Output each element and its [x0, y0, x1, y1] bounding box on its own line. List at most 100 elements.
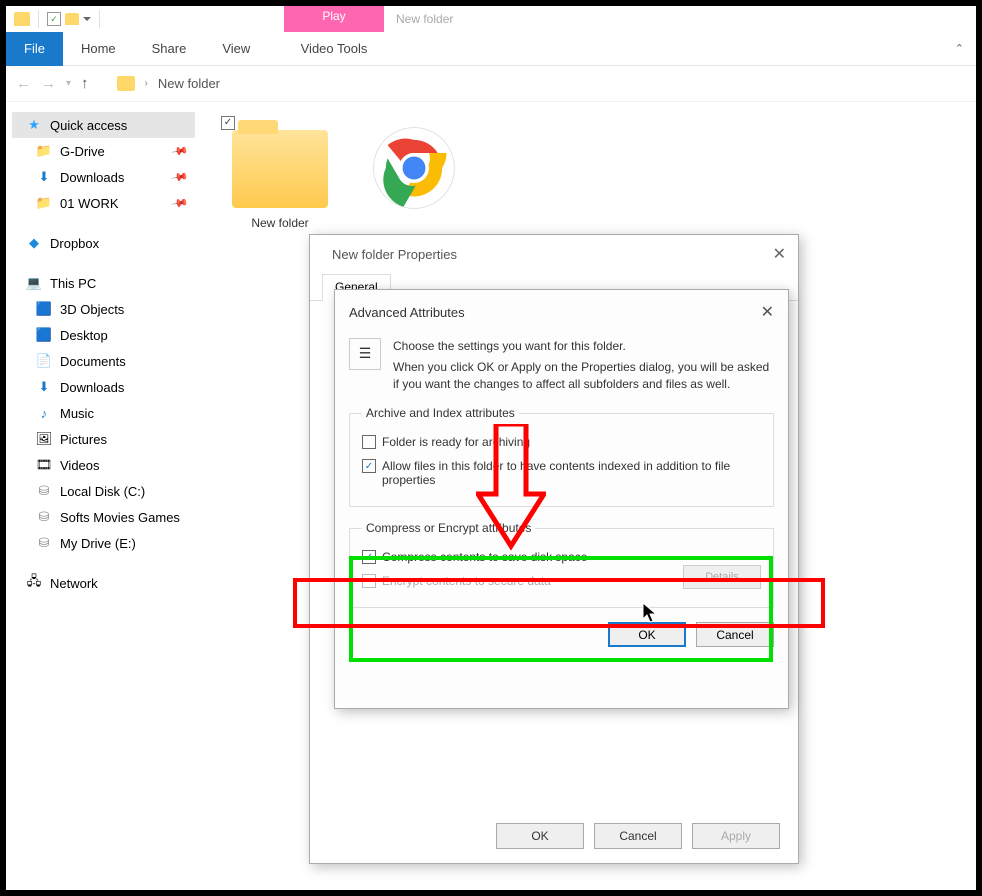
sidebar-item-label: Downloads — [60, 380, 124, 395]
dialog-description: When you click OK or Apply on the Proper… — [393, 359, 774, 393]
download-icon — [36, 379, 52, 395]
disk-icon — [36, 535, 52, 551]
item-chrome[interactable] — [349, 114, 479, 220]
selection-checkbox[interactable]: ✓ — [221, 116, 235, 130]
sidebar-quick-access[interactable]: Quick access — [12, 112, 195, 138]
music-icon — [36, 405, 52, 421]
item-new-folder[interactable]: ✓ New folder — [215, 114, 345, 230]
nav-pane: Quick access G-Drive📌 Downloads 📌 01 WORK… — [6, 102, 201, 890]
tab-view[interactable]: View — [204, 32, 268, 66]
sidebar-item-label: 01 WORK — [60, 196, 119, 211]
sidebar-item-label: Dropbox — [50, 236, 99, 251]
nav-forward-icon: → — [41, 75, 56, 92]
group-legend: Compress or Encrypt attributes — [362, 521, 535, 535]
chevron-right-icon[interactable]: › — [145, 78, 148, 89]
contextual-tab-play: Play — [284, 6, 384, 32]
apply-button: Apply — [692, 823, 780, 849]
videos-icon — [36, 457, 52, 473]
tab-share[interactable]: Share — [134, 32, 205, 66]
chrome-icon — [370, 124, 458, 212]
3d-icon — [36, 301, 52, 317]
folder-icon — [36, 195, 52, 211]
advanced-attributes-dialog: Advanced Attributes ✕ ☰ Choose the setti… — [334, 289, 789, 709]
dialog-title: New folder Properties — [332, 247, 457, 262]
dialog-titlebar[interactable]: New folder Properties ✕ — [310, 235, 798, 273]
sidebar-item-label: Desktop — [60, 328, 108, 343]
checkbox-allow-index[interactable]: ✓ Allow files in this folder to have con… — [362, 454, 761, 492]
cancel-button[interactable]: Cancel — [594, 823, 682, 849]
desktop-icon — [36, 327, 52, 343]
checkbox-label: Allow files in this folder to have conte… — [382, 459, 761, 487]
sidebar-item-label: Pictures — [60, 432, 107, 447]
sidebar-item-mydrive-e[interactable]: My Drive (E:) — [12, 530, 195, 556]
folder-icon[interactable] — [65, 13, 79, 25]
nav-history-icon[interactable]: ▾ — [66, 78, 71, 89]
tab-video-tools[interactable]: Video Tools — [284, 41, 384, 56]
sidebar-item-downloads[interactable]: Downloads 📌 — [12, 164, 195, 190]
compress-encrypt-group: Compress or Encrypt attributes ✓ Compres… — [349, 521, 774, 608]
checkbox-icon: ✓ — [362, 550, 376, 564]
sidebar-item-videos[interactable]: Videos — [12, 452, 195, 478]
network-icon — [26, 575, 42, 591]
sidebar-item-label: Downloads — [60, 170, 124, 185]
qat-dropdown-icon[interactable] — [83, 17, 91, 21]
group-legend: Archive and Index attributes — [362, 406, 519, 420]
pin-icon: 📌 — [171, 194, 190, 213]
tab-home[interactable]: Home — [63, 32, 134, 66]
star-icon — [26, 117, 42, 133]
archive-index-group: Archive and Index attributes Folder is r… — [349, 406, 774, 507]
collapse-ribbon-icon[interactable]: ⌃ — [955, 42, 964, 55]
file-tab[interactable]: File — [6, 32, 63, 66]
checkbox-icon — [362, 574, 376, 588]
folder-icon — [232, 130, 328, 208]
sidebar-dropbox[interactable]: Dropbox — [12, 230, 195, 256]
checkbox-label: Encrypt contents to secure data — [382, 574, 551, 588]
details-button: Details — [683, 565, 761, 589]
sidebar-item-softs[interactable]: Softs Movies Games — [12, 504, 195, 530]
window-title: New folder — [396, 6, 453, 32]
checkbox-label: Folder is ready for archiving — [382, 435, 530, 449]
sidebar-item-downloads-pc[interactable]: Downloads — [12, 374, 195, 400]
nav-up-icon[interactable]: ↑ — [81, 75, 89, 92]
download-icon — [36, 169, 52, 185]
sidebar-item-label: Network — [50, 576, 98, 591]
close-icon[interactable]: ✕ — [773, 244, 786, 264]
sidebar-item-label: Quick access — [50, 118, 127, 133]
attributes-icon: ☰ — [349, 338, 381, 370]
sidebar-item-pictures[interactable]: Pictures — [12, 426, 195, 452]
sidebar-item-3dobjects[interactable]: 3D Objects — [12, 296, 195, 322]
dialog-title: Advanced Attributes — [349, 305, 465, 320]
sidebar-item-label: Local Disk (C:) — [60, 484, 145, 499]
nav-back-icon[interactable]: ← — [16, 75, 31, 92]
sidebar-this-pc[interactable]: This PC — [12, 270, 195, 296]
pictures-icon — [36, 431, 52, 447]
disk-icon — [36, 483, 52, 499]
sidebar-item-gdrive[interactable]: G-Drive📌 — [12, 138, 195, 164]
close-icon[interactable]: ✕ — [761, 302, 774, 322]
checkbox-icon — [362, 435, 376, 449]
pin-icon: 📌 — [171, 168, 190, 187]
sidebar-item-label: My Drive (E:) — [60, 536, 136, 551]
documents-icon — [36, 353, 52, 369]
qat-checkbox-icon[interactable]: ✓ — [47, 12, 61, 26]
folder-icon — [117, 76, 135, 91]
cursor-icon — [642, 602, 660, 629]
checkbox-archive-ready[interactable]: Folder is ready for archiving — [362, 430, 761, 454]
ribbon-tabs: File Home Share View Video Tools ⌃ — [6, 32, 976, 66]
sidebar-item-label: Softs Movies Games — [60, 510, 180, 525]
breadcrumb-item[interactable]: New folder — [158, 76, 220, 91]
sidebar-item-desktop[interactable]: Desktop — [12, 322, 195, 348]
checkbox-label: Compress contents to save disk space — [382, 550, 587, 564]
explorer-window: ✓ Play New folder File Home Share View V… — [6, 6, 976, 890]
sidebar-network[interactable]: Network — [12, 570, 195, 596]
cancel-button[interactable]: Cancel — [696, 622, 774, 647]
ok-button[interactable]: OK — [496, 823, 584, 849]
disk-icon — [36, 509, 52, 525]
sidebar-item-local-disk-c[interactable]: Local Disk (C:) — [12, 478, 195, 504]
sidebar-item-music[interactable]: Music — [12, 400, 195, 426]
sidebar-item-01work[interactable]: 01 WORK 📌 — [12, 190, 195, 216]
checkbox-icon: ✓ — [362, 459, 376, 473]
sidebar-item-documents[interactable]: Documents — [12, 348, 195, 374]
folder-icon — [14, 12, 30, 26]
folder-icon — [36, 143, 52, 159]
